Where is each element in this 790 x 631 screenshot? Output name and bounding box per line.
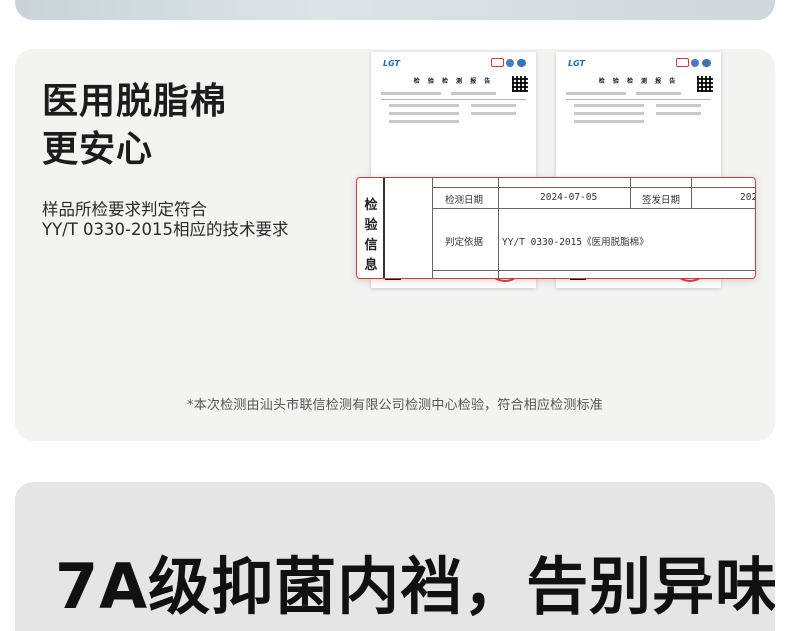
compliance-line-2: YY/T 0330-2015相应的技术要求	[42, 220, 289, 239]
top-banner-strip	[15, 0, 775, 20]
category-char: 信	[364, 238, 378, 253]
category-char: 息	[364, 258, 378, 273]
certification-icon	[517, 59, 526, 67]
category-char: 验	[364, 218, 378, 233]
certification-icon	[506, 59, 514, 67]
compliance-text: 样品所检要求判定符合 YY/T 0330-2015相应的技术要求	[42, 200, 288, 240]
report-text-line	[574, 120, 644, 123]
report-text-line	[471, 104, 516, 107]
basis-value: YY/T 0330-2015《医用脱脂棉》	[502, 237, 649, 248]
qr-code-icon	[512, 76, 528, 92]
report-text-line	[566, 92, 626, 95]
cma-mark-icon	[491, 58, 504, 67]
report-text-line	[656, 104, 701, 107]
category-char: 检	[364, 198, 378, 213]
report-text-line	[389, 104, 459, 107]
cma-mark-icon	[676, 58, 689, 67]
report-rule	[381, 99, 526, 100]
antibacterial-headline: 7A级抑菌内裆，告别异味	[55, 550, 775, 623]
report-rule	[566, 99, 711, 100]
antibacterial-section-card: 7A级抑菌内裆，告别异味	[15, 482, 775, 631]
report-text-line	[381, 92, 441, 95]
headline-line-2: 更安心	[42, 129, 154, 170]
table-rule	[432, 208, 755, 209]
lab-logo: LGT	[383, 59, 400, 68]
table-rule	[691, 178, 692, 208]
table-rule	[432, 178, 433, 278]
report-text-line	[389, 112, 459, 115]
testing-footnote: *本次检测由汕头市联信检测有限公司检测中心检验，符合相应检测标准	[187, 398, 603, 413]
sign-date-value: 202	[740, 192, 756, 203]
lab-logo: LGT	[568, 59, 585, 68]
table-rule	[432, 187, 755, 188]
report-text-line	[636, 92, 681, 95]
report-text-line	[389, 120, 459, 123]
compliance-line-1: 样品所检要求判定符合	[42, 200, 207, 219]
sign-date-label: 签发日期	[642, 195, 681, 206]
table-rule	[630, 178, 631, 208]
table-rule	[432, 270, 755, 271]
qr-code-icon	[697, 76, 713, 92]
report-text-line	[656, 112, 701, 115]
test-date-value: 2024-07-05	[540, 192, 598, 203]
table-rule	[498, 178, 499, 278]
headline-line-1: 医用脱脂棉	[42, 81, 228, 122]
test-date-label: 检测日期	[445, 195, 484, 206]
certification-icon	[702, 59, 711, 67]
report-text-line	[574, 104, 644, 107]
report-text-line	[451, 92, 496, 95]
inspection-info-callout: 检 验 信 息 检测日期 2024-07-05 签发日期 202 判定依据 YY…	[356, 177, 756, 279]
section-headline: 医用脱脂棉 更安心	[42, 78, 227, 174]
basis-label: 判定依据	[445, 237, 484, 248]
report-text-line	[574, 112, 644, 115]
inspection-info-label: 检 验 信 息	[357, 196, 385, 276]
report-text-line	[471, 112, 516, 115]
certification-icon	[691, 59, 699, 67]
